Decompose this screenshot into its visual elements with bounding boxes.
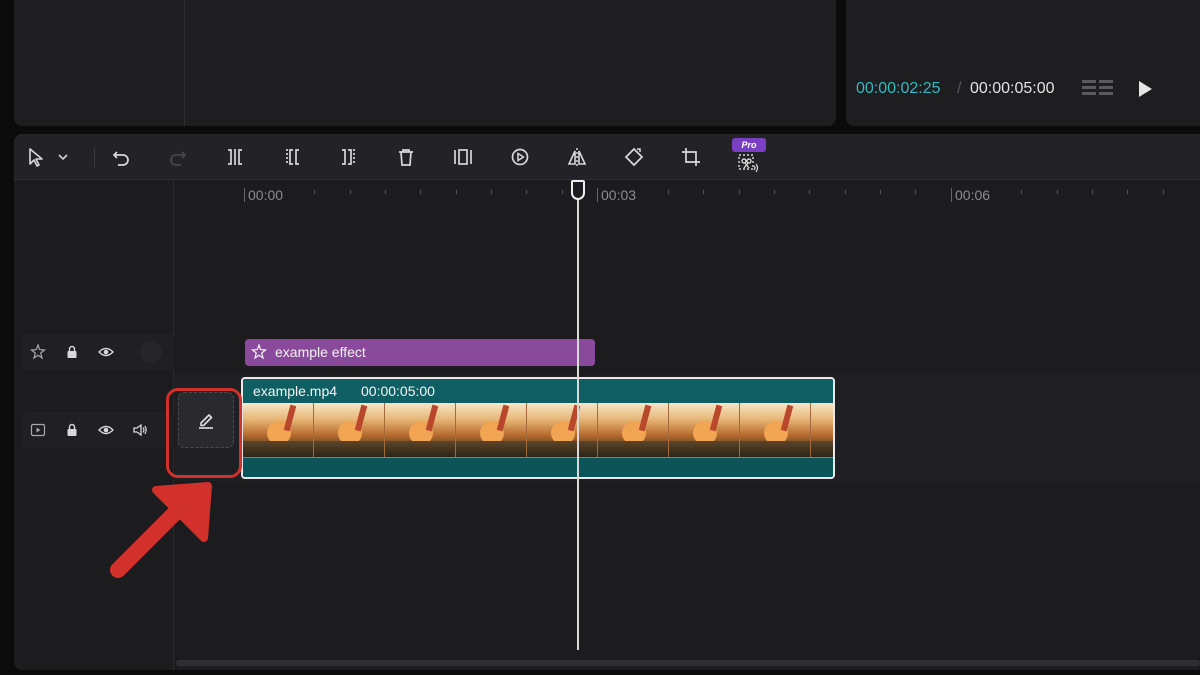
ruler-tick: [597, 188, 598, 202]
undo-icon[interactable]: [109, 145, 133, 169]
ruler-label: 00:06: [955, 187, 991, 203]
ruler-label: 00:03: [601, 187, 637, 203]
track-headers: [14, 181, 174, 670]
effect-clip-label: example effect: [275, 344, 366, 360]
red-arrow-annotation: [110, 482, 212, 578]
delete-icon[interactable]: [394, 145, 418, 169]
ruler-tick: [951, 188, 952, 202]
video-clip-header: example.mp4 00:00:05:00: [243, 379, 833, 403]
video-frame: [669, 403, 740, 457]
highlight-circle: [166, 388, 242, 478]
video-icon: [28, 420, 48, 440]
video-frame: [243, 403, 314, 457]
reverse-icon[interactable]: [508, 145, 532, 169]
effect-clip[interactable]: example effect: [245, 339, 595, 366]
toolbar-separator: [94, 147, 95, 167]
video-frame: [314, 403, 385, 457]
playhead-line[interactable]: [577, 190, 579, 650]
remove-background-icon[interactable]: [736, 151, 760, 175]
current-time: 00:00:02:25: [856, 80, 941, 97]
select-pointer-icon[interactable]: [24, 145, 48, 169]
playhead-handle[interactable]: [571, 180, 585, 200]
player-panel: 00:00:02:25 / 00:00:05:00: [846, 0, 1200, 126]
crop-icon[interactable]: [679, 145, 703, 169]
ruler-label: 00:00: [248, 187, 284, 203]
lock-icon[interactable]: [62, 420, 82, 440]
chevron-down-icon[interactable]: [56, 145, 70, 169]
aspect-ratio-icon[interactable]: [1082, 78, 1114, 100]
split-left-icon[interactable]: [280, 145, 304, 169]
ruler-tick: [244, 188, 245, 202]
video-filmstrip: [243, 403, 833, 457]
video-frame: [811, 403, 833, 457]
video-clip-footer: [243, 457, 833, 477]
video-clip-name: example.mp4: [253, 383, 338, 399]
timeline-panel: Pro 00:00 00:03 00:06 example effect exa…: [14, 134, 1200, 670]
eye-icon[interactable]: [96, 420, 116, 440]
split-icon[interactable]: [223, 145, 247, 169]
redo-icon: [166, 145, 190, 169]
rotate-icon[interactable]: [622, 145, 646, 169]
media-panel: [14, 0, 836, 126]
mirror-icon[interactable]: [565, 145, 589, 169]
track-extra-toggle[interactable]: [140, 341, 162, 363]
video-clip-duration: 00:00:05:00: [361, 383, 435, 399]
time-separator: /: [957, 80, 962, 97]
effect-icon: [28, 342, 48, 362]
video-frame: [456, 403, 527, 457]
audio-icon[interactable]: [130, 420, 150, 440]
freeze-icon[interactable]: [451, 145, 475, 169]
video-frame: [385, 403, 456, 457]
timeline-scrollbar[interactable]: [176, 660, 1200, 666]
video-clip[interactable]: example.mp4 00:00:05:00: [241, 377, 835, 479]
video-frame: [598, 403, 669, 457]
effect-icon: [251, 344, 267, 360]
effect-track-header: [22, 334, 174, 370]
video-frame: [740, 403, 811, 457]
lock-icon[interactable]: [62, 342, 82, 362]
play-icon[interactable]: [1134, 78, 1156, 100]
eye-icon[interactable]: [96, 342, 116, 362]
video-track-header: [22, 412, 174, 448]
total-time: 00:00:05:00: [970, 80, 1055, 97]
pro-badge: Pro: [732, 138, 766, 152]
time-ruler[interactable]: 00:00 00:03 00:06: [175, 181, 1200, 211]
split-right-icon[interactable]: [337, 145, 361, 169]
media-panel-divider: [184, 0, 185, 126]
timeline-toolbar: Pro: [14, 134, 1200, 180]
video-frame: [527, 403, 598, 457]
